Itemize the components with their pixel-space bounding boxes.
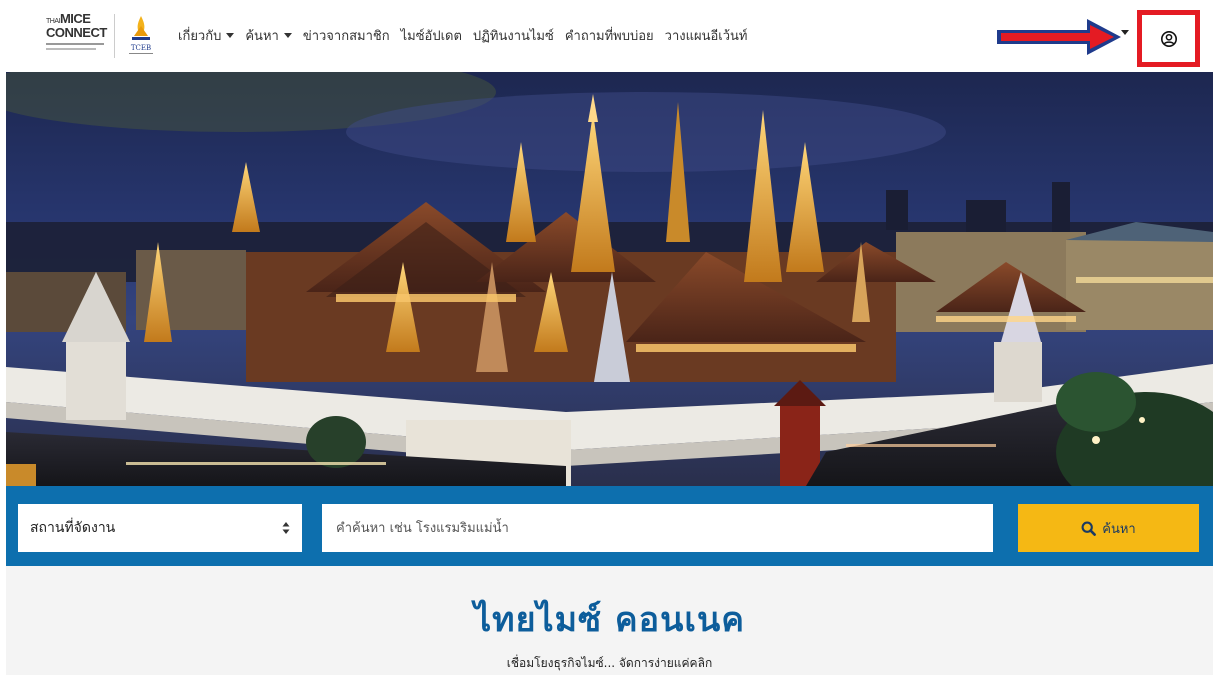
nav-item-label: ข่าวจากสมาชิก xyxy=(302,28,390,44)
logo-text-thai: THAI xyxy=(46,18,60,25)
thai-mice-connect-logo[interactable]: THAIMICE CONNECT xyxy=(46,12,110,64)
select-updown-icon xyxy=(282,522,290,534)
nav-item-member-news[interactable]: ข่าวจากสมาชิก xyxy=(303,25,390,46)
search-icon xyxy=(1081,521,1097,536)
user-account-button[interactable] xyxy=(1137,10,1200,67)
nav-item-label: ไมซ์อัปเดต xyxy=(400,28,462,44)
nav-item-label: คำถามที่พบบ่อย xyxy=(564,28,654,44)
tceb-emblem-icon: TCEB xyxy=(129,16,153,54)
nav-item-label: ค้นหา xyxy=(245,28,279,44)
hero-image-grand-palace xyxy=(6,72,1213,486)
venue-type-select[interactable]: สถานที่จัดงาน xyxy=(18,504,302,552)
search-button[interactable]: ค้นหา xyxy=(1018,504,1199,552)
tceb-logo[interactable]: TCEB xyxy=(124,14,158,58)
annotation-arrow-icon xyxy=(997,19,1121,55)
user-circle-icon xyxy=(1160,30,1177,47)
nav-item-label: ปฏิทินงานไมซ์ xyxy=(472,28,554,44)
nav-item-about[interactable]: เกี่ยวกับ xyxy=(178,25,235,46)
nav-item-faq[interactable]: คำถามที่พบบ่อย xyxy=(565,25,654,46)
hero-illustration xyxy=(6,72,1213,486)
logo-text-connect: CONNECT xyxy=(46,25,107,40)
caret-down-icon xyxy=(1121,30,1129,35)
caret-down-icon xyxy=(283,32,292,38)
tceb-logo-text: TCEB xyxy=(131,44,151,52)
logo-tagline-line xyxy=(46,48,96,50)
page-subtitle: เชื่อมโยงธุรกิจไมซ์... จัดการง่ายแค่คลิก xyxy=(506,656,713,670)
nav-item-plan-event[interactable]: วางแผนอีเว้นท์ xyxy=(665,25,748,46)
nav-item-label: วางแผนอีเว้นท์ xyxy=(664,28,748,44)
page-title: ไทยไมซ์ คอนเนค xyxy=(474,600,745,640)
venue-type-select-value: สถานที่จัดงาน xyxy=(30,520,116,536)
main-nav: เกี่ยวกับ ค้นหา ข่าวจากสมาชิก ไมซ์อัปเดต… xyxy=(178,24,758,46)
logo-tagline-line xyxy=(46,43,104,45)
nav-item-label: เกี่ยวกับ xyxy=(178,28,222,44)
logo-divider xyxy=(114,14,115,58)
search-button-label: ค้นหา xyxy=(1102,521,1136,537)
nav-item-mice-calendar[interactable]: ปฏิทินงานไมซ์ xyxy=(473,25,554,46)
nav-item-mice-update[interactable]: ไมซ์อัปเดต xyxy=(401,25,462,46)
intro-section: ไทยไมซ์ คอนเนค เชื่อมโยงธุรกิจไมซ์... จั… xyxy=(6,566,1213,675)
search-bar: สถานที่จัดงาน ค้นหา xyxy=(6,486,1213,566)
keyword-search-input[interactable] xyxy=(322,504,993,552)
site-header: THAIMICE CONNECT TCEB เกี่ยวกับ ค้นหา ข่… xyxy=(0,0,1213,72)
caret-down-icon xyxy=(226,32,235,38)
nav-item-search[interactable]: ค้นหา xyxy=(245,25,292,46)
logo-text-mice: MICE xyxy=(59,11,91,26)
